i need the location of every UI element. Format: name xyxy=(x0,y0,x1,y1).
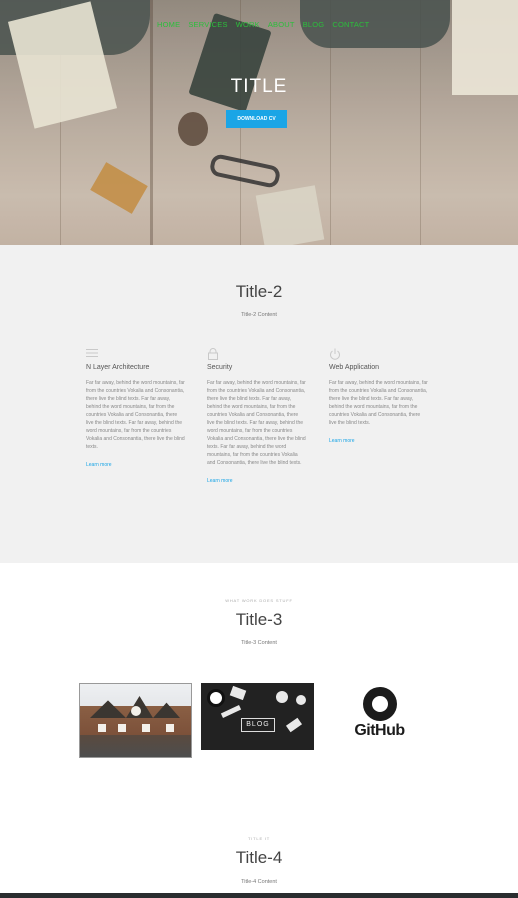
feature-title: Web Application xyxy=(329,364,380,371)
nav-home[interactable]: HOME xyxy=(157,20,180,29)
services-section: Title-2 Title-2 Content N Layer Architec… xyxy=(0,245,518,563)
house-photo[interactable] xyxy=(79,683,192,758)
power-icon xyxy=(329,348,341,360)
nav-work[interactable]: WORK xyxy=(236,20,260,29)
feature-web-application: Web Application Far far away, behind the… xyxy=(329,348,429,444)
main-nav: HOME SERVICES WORK ABOUT BLOG CONTACT xyxy=(157,20,369,29)
section-title: Title-4 xyxy=(235,848,283,867)
menu-icon xyxy=(86,348,98,360)
feature-security: Security Far far away, behind the word m… xyxy=(207,348,307,484)
learn-more-link[interactable]: Learn more xyxy=(86,462,186,468)
hero-title: TITLE xyxy=(230,76,288,97)
download-cv-button[interactable]: DOWNLOAD CV xyxy=(226,110,287,128)
feature-title: Security xyxy=(207,364,233,371)
blog-sign: BLOG xyxy=(241,718,275,732)
section-eyebrow: WHAT WORK DOES STUFF xyxy=(225,598,293,603)
nav-services[interactable]: SERVICES xyxy=(188,20,227,29)
github-wordmark: GitHub xyxy=(354,721,405,739)
nav-contact[interactable]: CONTACT xyxy=(332,20,369,29)
section-subtitle: Title-2 Content xyxy=(241,312,277,318)
section-eyebrow: TITLE IT xyxy=(248,836,270,841)
work-section: WHAT WORK DOES STUFF Title-3 Title-3 Con… xyxy=(0,563,518,893)
feature-text: Far far away, behind the word mountains,… xyxy=(329,380,428,426)
nav-about[interactable]: ABOUT xyxy=(268,20,295,29)
github-icon xyxy=(362,686,397,721)
section-title: Title-3 xyxy=(235,610,283,629)
section-subtitle: Title-4 Content xyxy=(241,879,277,885)
lock-icon xyxy=(207,348,219,360)
section-subtitle: Title-3 Content xyxy=(241,640,277,646)
feature-text: Far far away, behind the word mountains,… xyxy=(207,380,306,466)
section-title: Title-2 xyxy=(235,282,283,301)
learn-more-link[interactable]: Learn more xyxy=(329,438,429,444)
blog-photo[interactable]: BLOG xyxy=(201,683,314,750)
nav-blog[interactable]: BLOG xyxy=(303,20,325,29)
feature-n-layer: N Layer Architecture Far far away, behin… xyxy=(86,348,186,468)
footer-bar xyxy=(0,893,518,898)
learn-more-link[interactable]: Learn more xyxy=(207,478,307,484)
github-logo[interactable]: GitHub xyxy=(323,683,436,743)
feature-title: N Layer Architecture xyxy=(86,364,150,371)
hero-banner: HOME SERVICES WORK ABOUT BLOG CONTACT TI… xyxy=(0,0,518,245)
feature-text: Far far away, behind the word mountains,… xyxy=(86,380,185,450)
